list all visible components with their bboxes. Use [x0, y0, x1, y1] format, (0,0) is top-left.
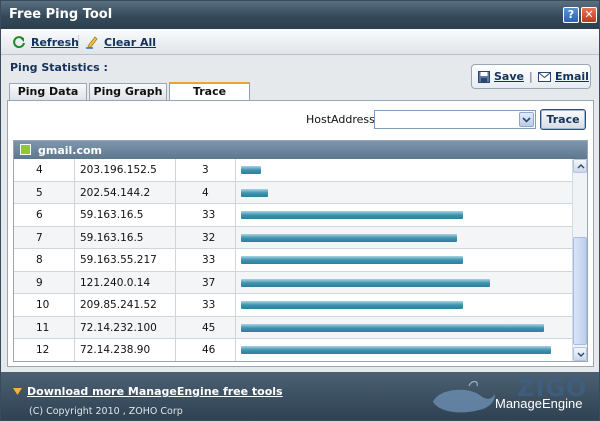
- hop-cell: 5: [14, 181, 75, 204]
- refresh-button[interactable]: Refresh: [12, 34, 79, 50]
- response-time-bar: [241, 188, 268, 197]
- ip-cell: 202.54.144.2: [75, 181, 176, 204]
- hop-cell: 6: [14, 204, 75, 226]
- scroll-down-button[interactable]: [573, 347, 587, 361]
- host-status-icon: [20, 144, 31, 155]
- table-row[interactable]: 12 72.14.238.90 46: [14, 339, 572, 361]
- trace-panel: HostAddress : Trace gmail.com 4 203.196.1…: [7, 100, 594, 367]
- response-time-cell: 33: [176, 249, 236, 271]
- ip-cell: 72.14.238.90: [75, 339, 176, 361]
- trace-button[interactable]: Trace: [540, 109, 586, 130]
- response-time-cell: 45: [176, 316, 236, 339]
- clear-all-button[interactable]: Clear All: [85, 34, 156, 50]
- ping-statistics-heading: Ping Statistics :: [10, 61, 108, 74]
- whale-logo-icon: [433, 380, 495, 413]
- hop-cell: 7: [14, 226, 75, 249]
- host-address-combobox[interactable]: [374, 110, 536, 129]
- response-time-bar: [241, 323, 544, 332]
- ip-cell: 72.14.232.100: [75, 316, 176, 339]
- host-address-dropdown-button[interactable]: [519, 112, 534, 127]
- help-button[interactable]: ?: [563, 7, 579, 23]
- trace-results-grid: gmail.com 4 203.196.152.5 3 5 202.54.144.2 4 6…: [13, 140, 588, 362]
- table-row[interactable]: 7 59.163.16.5 32: [14, 226, 572, 249]
- response-time-cell: 4: [176, 181, 236, 204]
- hop-cell: 9: [14, 271, 75, 294]
- host-name: gmail.com: [38, 144, 103, 157]
- ip-cell: 59.163.16.5: [75, 204, 176, 226]
- response-time-bar: [241, 256, 463, 264]
- response-time-cell: 37: [176, 271, 236, 294]
- hop-cell: 8: [14, 249, 75, 271]
- table-row[interactable]: 6 59.163.16.5 33: [14, 204, 572, 227]
- vertical-scrollbar[interactable]: [572, 159, 587, 361]
- ip-cell: 209.85.241.52: [75, 294, 176, 316]
- response-time-bar: [241, 278, 490, 287]
- app-window: Free Ping Tool ? ✕ Refresh Clear All Pin…: [0, 0, 600, 421]
- response-time-cell: 33: [176, 294, 236, 316]
- response-time-cell: 3: [176, 159, 236, 181]
- tab-ping-graph[interactable]: Ping Graph: [89, 83, 167, 101]
- triangle-down-icon: [13, 388, 22, 395]
- window-title: Free Ping Tool: [9, 7, 113, 22]
- toolbar-divider: [78, 35, 79, 49]
- response-time-bar: [241, 346, 551, 354]
- title-bar[interactable]: Free Ping Tool ? ✕: [1, 1, 599, 29]
- save-label: Save: [494, 70, 524, 83]
- export-box: Save | Email: [471, 64, 591, 89]
- refresh-label: Refresh: [31, 35, 79, 49]
- brand-logo: ZIGO ManageEngine: [429, 374, 594, 418]
- hop-cell: 11: [14, 316, 75, 339]
- host-address-label: HostAddress :: [306, 113, 383, 126]
- tab-trace-details[interactable]: Trace Details: [169, 82, 250, 114]
- download-label: Download more ManageEngine free tools: [27, 385, 283, 398]
- ip-cell: 203.196.152.5: [75, 159, 176, 181]
- response-time-cell: 46: [176, 339, 236, 361]
- hop-cell: 10: [14, 294, 75, 316]
- table-row[interactable]: 9 121.240.0.14 37: [14, 271, 572, 294]
- hop-cell: 4: [14, 159, 75, 181]
- close-button[interactable]: ✕: [581, 7, 597, 23]
- eraser-icon: [86, 36, 98, 49]
- copyright-text: (C) Copyright 2010 , ZOHO Corp: [29, 406, 183, 417]
- scroll-up-button[interactable]: [573, 159, 587, 173]
- table-row[interactable]: 8 59.163.55.217 33: [14, 249, 572, 272]
- clear-all-label: Clear All: [104, 35, 157, 49]
- table-row[interactable]: 4 203.196.152.5 3: [14, 159, 572, 182]
- email-button[interactable]: Email: [538, 70, 589, 83]
- ip-cell: 59.163.55.217: [75, 249, 176, 271]
- tab-ping-data[interactable]: Ping Data: [9, 83, 87, 101]
- response-time-bar: [241, 211, 463, 219]
- chevron-down-icon: [522, 117, 531, 123]
- response-time-cell: 32: [176, 226, 236, 249]
- scroll-thumb[interactable]: [573, 237, 587, 345]
- save-icon: [478, 70, 490, 83]
- response-time-bar: [241, 166, 261, 174]
- chevron-up-icon: [577, 164, 585, 169]
- hop-cell: 12: [14, 339, 75, 361]
- chevron-down-icon: [577, 352, 585, 357]
- response-time-bar: [241, 233, 457, 242]
- table-row[interactable]: 11 72.14.232.100 45: [14, 316, 572, 339]
- refresh-icon: [13, 36, 25, 49]
- export-divider: |: [529, 70, 533, 83]
- ip-cell: 59.163.16.5: [75, 226, 176, 249]
- response-time-bar: [241, 301, 463, 309]
- trace-rows: 4 203.196.152.5 3 5 202.54.144.2 4 6 59.163.16.…: [14, 159, 572, 361]
- brand-manageengine: ManageEngine: [495, 396, 583, 411]
- response-time-cell: 33: [176, 204, 236, 226]
- footer: Download more ManageEngine free tools (C…: [1, 372, 599, 420]
- toolbar: Refresh Clear All: [1, 29, 599, 55]
- email-label: Email: [555, 70, 589, 83]
- save-button[interactable]: Save: [478, 70, 524, 83]
- table-row[interactable]: 10 209.85.241.52 33: [14, 294, 572, 317]
- email-icon: [538, 71, 551, 82]
- download-link[interactable]: Download more ManageEngine free tools: [13, 385, 283, 398]
- table-row[interactable]: 5 202.54.144.2 4: [14, 181, 572, 204]
- ip-cell: 121.240.0.14: [75, 271, 176, 294]
- host-group-header[interactable]: gmail.com: [14, 141, 587, 159]
